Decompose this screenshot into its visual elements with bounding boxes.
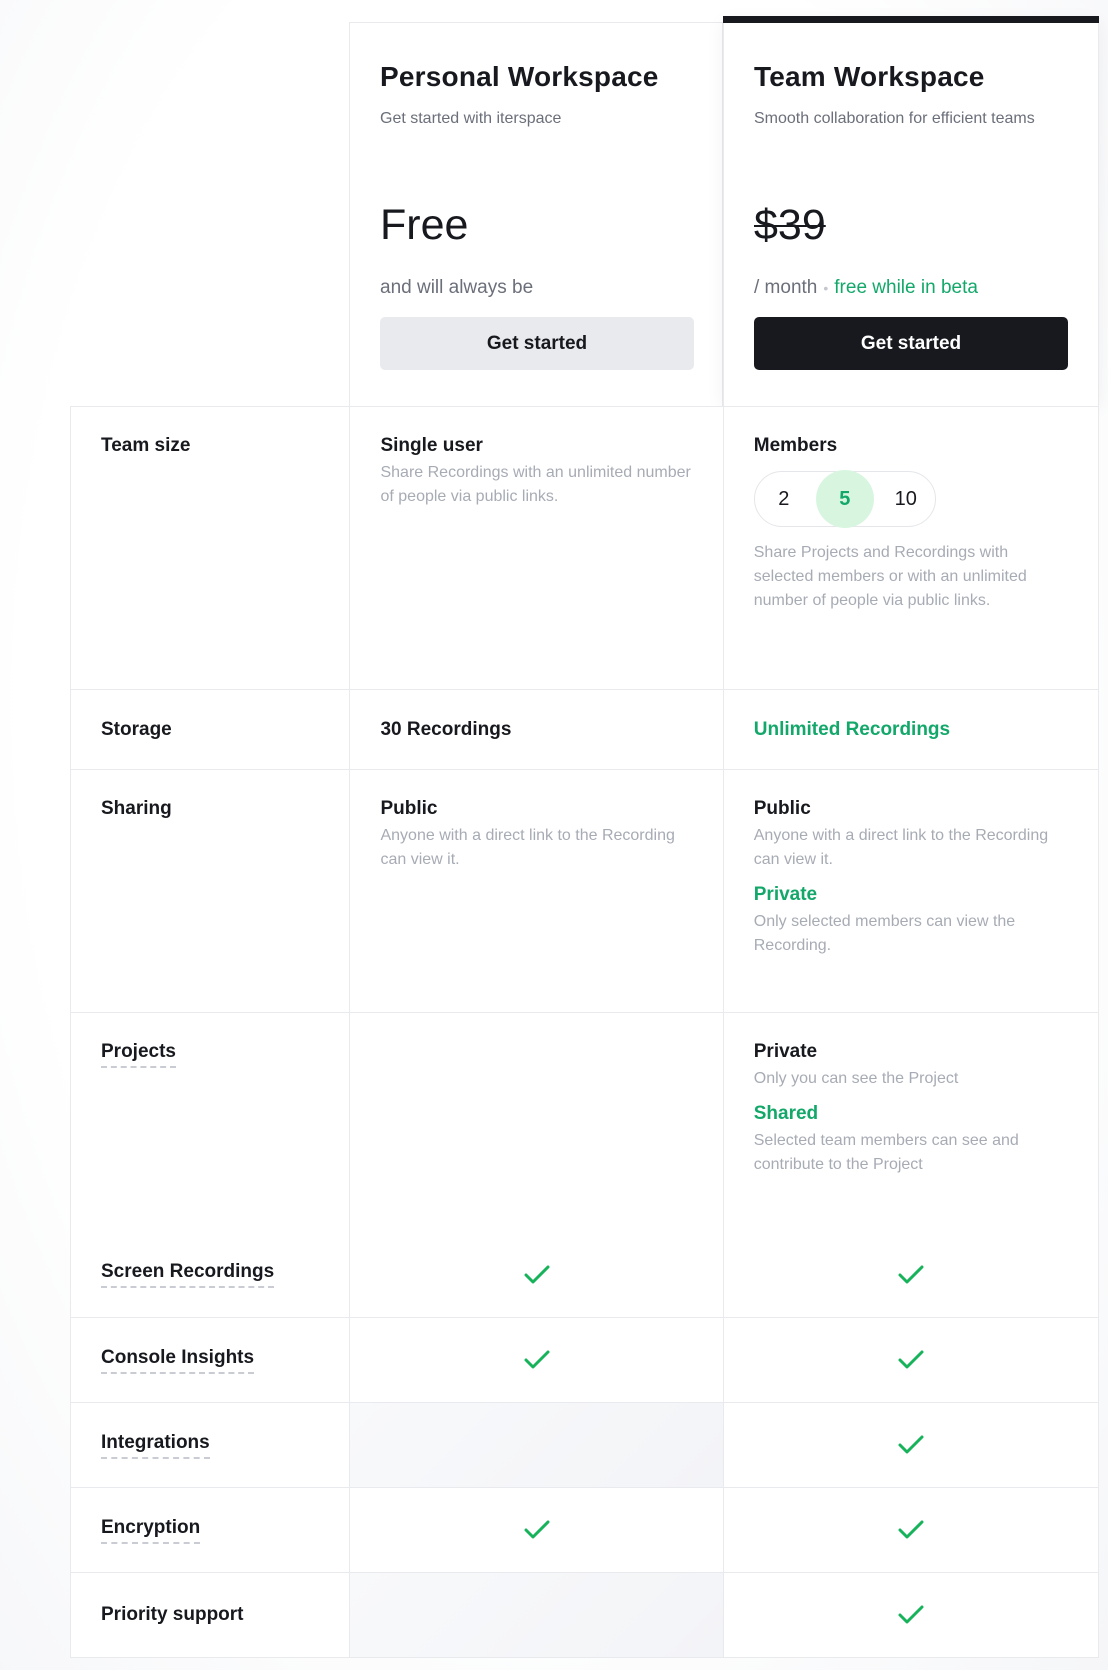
value-title: Private	[753, 884, 818, 905]
value-title: Public	[380, 798, 438, 819]
row-label-cell: Sharing	[71, 770, 349, 1012]
members-option-5[interactable]: 5	[815, 470, 874, 528]
plan-price: Free	[380, 201, 469, 249]
personal-cell: Single user Share Recordings with an unl…	[349, 407, 722, 689]
table-row-team-size: Team size Single user Share Recordings w…	[71, 407, 1098, 689]
table-row-feature: Integrations	[71, 1402, 1098, 1487]
personal-cell	[349, 1232, 722, 1317]
row-label-cell: Priority support	[71, 1573, 349, 1657]
members-option-2[interactable]: 2	[755, 470, 813, 528]
price-period: / month	[754, 277, 818, 298]
value-title: 30 Recordings	[380, 718, 512, 740]
row-label: Sharing	[101, 798, 172, 819]
row-label: Priority support	[101, 1604, 244, 1625]
table-row-feature: Priority support	[71, 1572, 1098, 1657]
check-icon	[898, 1350, 924, 1369]
check-icon	[898, 1265, 924, 1283]
comparison-table: Team size Single user Share Recordings w…	[70, 406, 1099, 1658]
team-cell: Public Anyone with a direct link to the …	[722, 770, 1098, 1012]
check-icon	[898, 1520, 924, 1539]
check-icon	[898, 1435, 924, 1454]
personal-cell	[349, 1573, 723, 1657]
personal-cell	[349, 1013, 722, 1232]
value-desc: Share Projects and Recordings with selec…	[753, 544, 1027, 609]
team-cell	[722, 1403, 1098, 1487]
value-desc: Anyone with a direct link to the Recordi…	[753, 827, 1049, 868]
personal-cell	[349, 1403, 723, 1487]
table-row-feature: Screen Recordings	[71, 1232, 1098, 1317]
plan-subtitle: Smooth collaboration for efficient teams	[754, 110, 1035, 127]
members-option-10[interactable]: 10	[877, 470, 935, 528]
team-cell: Private Only you can see the Project Sha…	[722, 1013, 1098, 1232]
value-title: Private	[753, 1041, 818, 1062]
value-title: Shared	[753, 1103, 819, 1124]
feature-rows: Screen Recordings Console Insights Integ…	[71, 1232, 1098, 1657]
check-icon	[524, 1520, 550, 1539]
table-row-projects: Projects Private Only you can see the Pr…	[71, 1012, 1098, 1232]
plan-title: Team Workspace	[754, 61, 985, 92]
price-promo: free while in beta	[834, 277, 978, 298]
team-cell	[722, 1573, 1098, 1657]
team-cell: Unlimited Recordings	[722, 690, 1098, 769]
personal-cell	[349, 1318, 722, 1402]
value-title: Single user	[380, 435, 483, 456]
separator-dot: •	[823, 280, 829, 296]
plan-card-personal: Personal Workspace Get started with iter…	[349, 22, 723, 407]
row-label-cell: Storage	[71, 690, 349, 769]
row-label-tooltip[interactable]: Screen Recordings	[101, 1261, 275, 1288]
get-started-personal-button[interactable]: Get started	[380, 317, 694, 370]
table-row-sharing: Sharing Public Anyone with a direct link…	[71, 769, 1098, 1012]
price-note: / month • free while in beta	[754, 277, 978, 299]
table-row-storage: Storage 30 Recordings Unlimited Recordin…	[71, 689, 1098, 769]
members-selector: 2 5 10	[753, 470, 936, 528]
team-cell	[722, 1318, 1098, 1402]
row-label-tooltip[interactable]: Projects	[101, 1041, 176, 1068]
check-icon	[524, 1350, 550, 1369]
row-label-cell: Encryption	[71, 1488, 349, 1572]
get-started-team-button[interactable]: Get started	[754, 317, 1068, 370]
value-title: Public	[753, 798, 811, 819]
row-label-cell: Team size	[71, 407, 349, 689]
row-label-cell: Projects	[71, 1013, 349, 1232]
personal-cell	[349, 1488, 722, 1572]
team-cell	[722, 1232, 1098, 1317]
personal-cell: Public Anyone with a direct link to the …	[349, 770, 722, 1012]
row-label-cell: Console Insights	[71, 1318, 349, 1402]
personal-cell: 30 Recordings	[349, 690, 722, 769]
price-note: and will always be	[380, 277, 534, 298]
team-cell: Members 2 5 10 Share Projects and Record…	[722, 407, 1098, 689]
plan-card-team: Team Workspace Smooth collaboration for …	[723, 16, 1099, 407]
row-label: Storage	[101, 718, 172, 740]
row-label: Team size	[101, 435, 191, 456]
row-label-cell: Screen Recordings	[71, 1232, 349, 1317]
plan-price-struck: $39	[754, 201, 826, 249]
row-label-tooltip[interactable]: Console Insights	[101, 1347, 255, 1374]
plan-title: Personal Workspace	[380, 61, 659, 92]
featured-plan-bar	[723, 16, 1099, 23]
value-desc: Anyone with a direct link to the Recordi…	[380, 827, 675, 868]
value-title: Unlimited Recordings	[753, 718, 951, 740]
row-label-tooltip[interactable]: Integrations	[101, 1432, 210, 1459]
value-desc: Share Recordings with an unlimited numbe…	[380, 464, 691, 505]
value-desc: Only you can see the Project	[753, 1070, 959, 1087]
value-desc: Selected team members can see and contri…	[753, 1132, 1019, 1173]
members-title: Members	[753, 435, 838, 456]
plan-subtitle: Get started with iterspace	[380, 110, 562, 127]
value-desc: Only selected members can view the Recor…	[753, 913, 1016, 954]
team-cell	[722, 1488, 1098, 1572]
row-label-tooltip[interactable]: Encryption	[101, 1517, 201, 1544]
table-row-feature: Encryption	[71, 1487, 1098, 1572]
check-icon	[898, 1605, 924, 1624]
check-icon	[524, 1265, 550, 1283]
row-label-cell: Integrations	[71, 1403, 349, 1487]
table-row-feature: Console Insights	[71, 1317, 1098, 1402]
